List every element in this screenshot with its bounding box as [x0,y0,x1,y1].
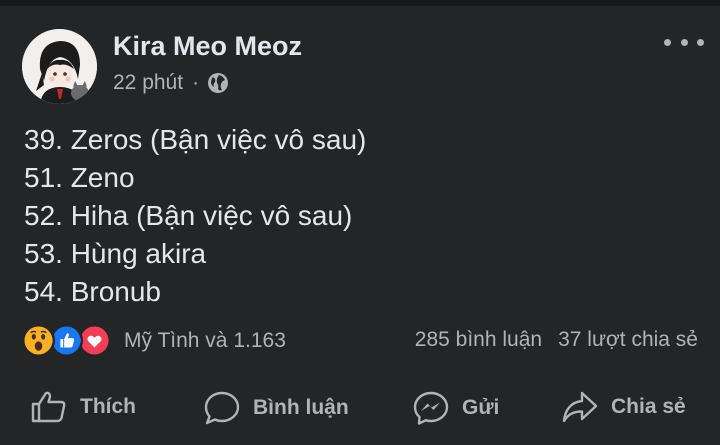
send-label: Gửi [462,396,500,419]
send-button[interactable]: Gửi [412,390,499,426]
more-options-button[interactable] [664,34,704,50]
author-name[interactable]: Kira Meo Meoz [113,31,302,62]
post-card: Kira Meo Meoz 22 phút · 39. Zeros (Bận v… [0,0,720,445]
messenger-icon [413,391,449,425]
action-bar: Thích Bình luận Gửi Chia sẻ [0,380,720,444]
like-button[interactable]: Thích [30,390,136,424]
post-line: 51. Zeno [24,162,135,193]
post-text: 39. Zeros (Bận việc vô sau) 51. Zeno 52.… [24,121,366,311]
post-time[interactable]: 22 phút [113,71,183,95]
thumbs-up-icon [31,391,66,423]
like-label: Thích [80,395,136,418]
post-line: 39. Zeros (Bận việc vô sau) [24,124,367,155]
dot-icon [697,38,704,46]
reaction-names[interactable]: Mỹ Tình và 1.163 [124,329,286,353]
share-label: Chia sẻ [611,395,686,418]
comment-bubble-icon [204,391,240,425]
comment-count[interactable]: 285 bình luận [415,328,542,352]
share-count[interactable]: 37 lượt chia sẻ [558,328,698,352]
share-button[interactable]: Chia sẻ [561,390,686,424]
post-meta: 22 phút · [113,71,229,95]
post-line: 53. Hùng akira [24,238,207,269]
globe-icon[interactable] [207,72,229,94]
comment-label: Bình luận [253,396,349,419]
meta-separator: · [192,71,200,94]
post-line: 54. Bronub [24,276,161,307]
reactions-summary[interactable]: Mỹ Tình và 1.163 [22,324,286,357]
top-divider [0,0,720,6]
engagement-counts: 285 bình luận 37 lượt chia sẻ [415,328,698,352]
dot-icon [664,38,671,46]
avatar[interactable] [22,29,97,104]
dot-icon [680,38,688,46]
share-arrow-icon [562,391,598,423]
comment-button[interactable]: Bình luận [203,390,349,426]
post-line: 52. Hiha (Bận việc vô sau) [24,200,353,231]
wow-reaction-icon [22,324,55,357]
avatar-image [22,29,97,104]
